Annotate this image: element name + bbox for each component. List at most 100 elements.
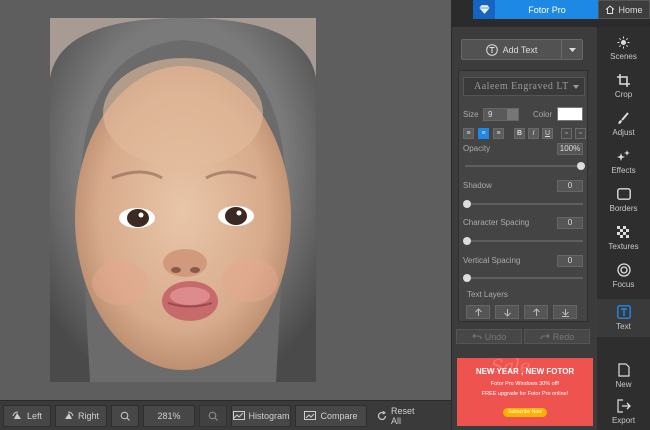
align-right-icon: ≡ <box>496 130 501 137</box>
image-canvas[interactable] <box>0 0 451 400</box>
vert-spacing-slider[interactable] <box>463 274 583 282</box>
align-right-button[interactable]: ≡ <box>493 128 504 139</box>
align-center-button[interactable]: ≡ <box>478 128 489 139</box>
layer-down-button[interactable] <box>495 305 519 319</box>
tool-export-label: Export <box>611 416 636 425</box>
tool-effects-label: Effects <box>611 166 636 175</box>
italic-button[interactable]: I <box>528 128 539 139</box>
tool-scenes[interactable]: Scenes <box>597 29 650 67</box>
arrow-up-icon <box>532 307 540 316</box>
undo-label: Undo <box>484 331 507 342</box>
promo-headline: NEW YEAR , NEW FOTOR <box>475 367 575 376</box>
reset-all-button[interactable]: Reset All <box>371 405 421 427</box>
tool-adjust-label: Adjust <box>612 128 635 137</box>
vert-spacing-slider-knob[interactable] <box>463 274 471 282</box>
layer-up-button[interactable] <box>524 305 548 319</box>
rotate-left-icon <box>12 411 21 419</box>
tool-focus[interactable]: Focus <box>597 257 650 295</box>
sparkles-icon <box>616 149 631 163</box>
rotate-right-label: Right <box>77 410 99 421</box>
frame-icon <box>616 187 631 201</box>
histogram-icon <box>232 411 245 420</box>
underline-button[interactable]: U <box>542 128 553 139</box>
underline-icon: U <box>544 130 551 137</box>
crop-icon <box>617 73 631 87</box>
delete-button[interactable]: ▫ <box>575 128 586 139</box>
bottom-toolbar: Left Right 281% Histogram Compare Reset … <box>0 400 451 430</box>
tool-export[interactable]: Export <box>597 393 650 430</box>
rotate-right-icon <box>64 411 74 419</box>
tool-effects[interactable]: Effects <box>597 143 650 181</box>
size-select[interactable]: 9 <box>483 108 519 121</box>
text-panel: Add Text Aaleem Engraved LT Size 9 Color… <box>451 27 597 430</box>
shadow-slider-knob[interactable] <box>463 200 471 208</box>
arrow-down-icon <box>503 308 511 317</box>
home-icon <box>606 5 615 14</box>
zoom-level-display: 281% <box>143 404 195 427</box>
tool-new[interactable]: New <box>597 357 650 395</box>
opacity-slider[interactable] <box>465 162 585 170</box>
zoom-value: 281% <box>157 410 181 421</box>
align-left-icon: ≡ <box>466 130 471 137</box>
tool-focus-label: Focus <box>612 280 635 289</box>
zoom-out-icon <box>208 411 218 421</box>
export-icon <box>616 399 631 413</box>
home-label: Home <box>618 4 643 15</box>
rotate-left-button[interactable]: Left <box>3 404 51 427</box>
tool-scenes-label: Scenes <box>610 52 637 61</box>
zoom-in-button[interactable] <box>111 404 139 427</box>
size-label: Size <box>463 110 479 119</box>
italic-icon: I <box>532 130 535 137</box>
target-icon <box>616 263 631 277</box>
undo-button[interactable]: Undo <box>456 329 522 344</box>
redo-button[interactable]: Redo <box>524 329 590 344</box>
tool-adjust[interactable]: Adjust <box>597 105 650 143</box>
promo-line1: Fotor Pro Windows 30% off! <box>490 381 560 387</box>
layer-bottom-button[interactable] <box>553 305 577 319</box>
undo-icon <box>472 333 482 339</box>
home-button[interactable]: Home <box>598 0 650 19</box>
chevron-down-icon <box>568 47 576 52</box>
font-select[interactable]: Aaleem Engraved LT <box>463 77 585 96</box>
tool-crop[interactable]: Crop <box>597 67 650 105</box>
bold-icon: B <box>516 130 523 137</box>
rotate-right-button[interactable]: Right <box>55 404 107 427</box>
shadow-label: Shadow <box>463 181 492 190</box>
char-spacing-value[interactable]: 0 <box>557 217 583 229</box>
redo-icon <box>540 333 550 339</box>
subscribe-button[interactable]: Subscribe Now <box>503 408 547 417</box>
char-spacing-slider-knob[interactable] <box>463 237 471 245</box>
layer-top-button[interactable] <box>466 305 490 319</box>
tool-text[interactable]: Text <box>597 299 650 337</box>
add-text-dropdown[interactable] <box>562 47 582 52</box>
opacity-slider-knob[interactable] <box>577 162 585 170</box>
color-swatch[interactable] <box>557 107 583 121</box>
opacity-value[interactable]: 100% <box>557 143 583 155</box>
chevron-down-icon <box>507 109 518 120</box>
vert-spacing-value[interactable]: 0 <box>557 255 583 267</box>
reset-icon <box>377 410 387 420</box>
compare-icon <box>304 411 317 420</box>
zoom-out-button[interactable] <box>199 404 227 427</box>
tool-borders[interactable]: Borders <box>597 181 650 219</box>
align-left-button[interactable]: ≡ <box>463 128 474 139</box>
promo-banner[interactable]: Sale NEW YEAR , NEW FOTOR Fotor Pro Wind… <box>457 358 593 426</box>
fotor-pro-button[interactable]: Fotor Pro <box>473 0 599 19</box>
color-label: Color <box>533 110 553 119</box>
add-text-button[interactable]: Add Text <box>461 39 583 60</box>
char-spacing-slider[interactable] <box>463 237 583 245</box>
shadow-slider[interactable] <box>463 200 583 208</box>
tool-text-label: Text <box>616 322 631 331</box>
add-text-main[interactable]: Add Text <box>462 40 562 59</box>
histogram-button[interactable]: Histogram <box>231 404 291 427</box>
reset-all-label: Reset All <box>391 405 415 426</box>
tool-textures[interactable]: Textures <box>597 219 650 257</box>
shadow-value[interactable]: 0 <box>557 180 583 192</box>
tool-borders-label: Borders <box>609 204 638 213</box>
text-layers-label: Text Layers <box>467 290 508 299</box>
edited-photo[interactable] <box>50 18 316 382</box>
rotate-left-label: Left <box>26 410 42 421</box>
compare-button[interactable]: Compare <box>295 404 367 427</box>
bold-button[interactable]: B <box>514 128 525 139</box>
lock-button[interactable]: ▫ <box>561 128 572 139</box>
